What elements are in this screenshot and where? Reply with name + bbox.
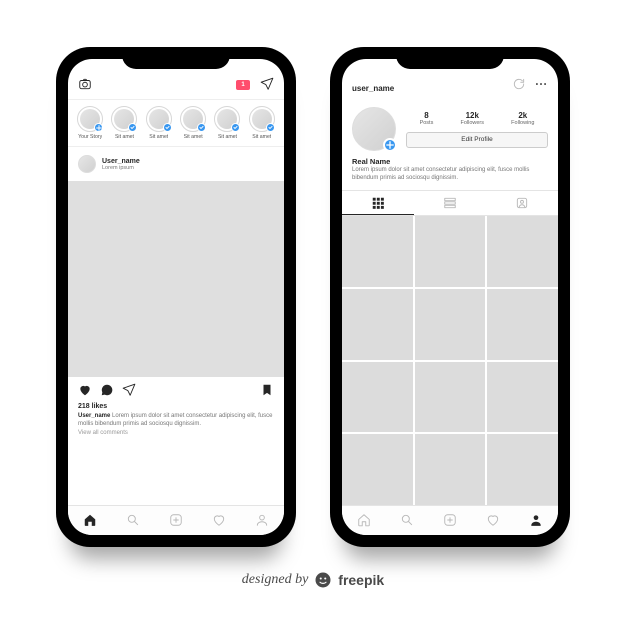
story-label: Sit amet: [218, 134, 237, 140]
stat-followers-count: 12k: [460, 111, 484, 120]
like-icon[interactable]: [78, 383, 92, 399]
grid-cell[interactable]: [342, 216, 413, 287]
story-verified-icon: [128, 123, 137, 132]
caption-username[interactable]: User_name: [78, 413, 110, 419]
post-image[interactable]: [68, 181, 284, 377]
feed-screen: 1 Your Story Sit amet: [68, 59, 284, 535]
profile-tabs: [342, 190, 558, 216]
add-story-icon: [94, 123, 103, 132]
post-caption: User_name Lorem ipsum dolor sit amet con…: [68, 410, 284, 428]
share-icon[interactable]: [122, 383, 136, 399]
profile-grid: [342, 216, 558, 505]
profile-real-name: Real Name: [352, 157, 548, 166]
nav-add-icon[interactable]: [169, 513, 183, 529]
profile-username[interactable]: user_name: [352, 84, 394, 93]
story-label: Sit amet: [149, 134, 168, 140]
menu-icon[interactable]: [534, 77, 548, 93]
grid-cell[interactable]: [487, 289, 558, 360]
profile-bio-text: Lorem ipsum dolor sit amet consectetur a…: [352, 166, 548, 182]
post-author-username[interactable]: User_name: [102, 158, 140, 165]
nav-home-icon[interactable]: [357, 513, 371, 529]
grid-cell[interactable]: [487, 216, 558, 287]
nav-home-icon[interactable]: [83, 513, 97, 529]
refresh-icon[interactable]: [512, 77, 526, 93]
bottom-nav: [342, 505, 558, 535]
phone-profile: user_name 8 Posts: [330, 47, 570, 547]
nav-profile-icon[interactable]: [529, 513, 543, 529]
story-item[interactable]: Sit amet: [145, 106, 173, 140]
nav-activity-icon[interactable]: [212, 513, 226, 529]
stat-following-count: 2k: [511, 111, 534, 120]
grid-cell[interactable]: [342, 434, 413, 505]
phone-feed: 1 Your Story Sit amet: [56, 47, 296, 547]
nav-search-icon[interactable]: [400, 513, 414, 529]
story-item[interactable]: Sit amet: [179, 106, 207, 140]
tab-grid[interactable]: [342, 191, 414, 215]
story-item[interactable]: Sit amet: [248, 106, 276, 140]
story-label: Sit amet: [115, 134, 134, 140]
stories-tray[interactable]: Your Story Sit amet Sit amet: [68, 99, 284, 147]
stat-posts-label: Posts: [420, 120, 434, 126]
bookmark-icon[interactable]: [260, 383, 274, 399]
story-your-story[interactable]: Your Story: [76, 106, 104, 140]
phone-notch: [122, 47, 230, 69]
stat-followers[interactable]: 12k Followers: [460, 111, 484, 126]
post-likes[interactable]: 218 likes: [68, 403, 284, 410]
story-verified-icon: [163, 123, 172, 132]
post-header[interactable]: User_name Lorem ipsum: [68, 147, 284, 181]
stat-posts[interactable]: 8 Posts: [420, 111, 434, 126]
tab-tagged[interactable]: [486, 191, 558, 215]
stat-following[interactable]: 2k Following: [511, 111, 534, 126]
nav-add-icon[interactable]: [443, 513, 457, 529]
profile-screen: user_name 8 Posts: [342, 59, 558, 535]
nav-profile-icon[interactable]: [255, 513, 269, 529]
post-actions: [68, 377, 284, 403]
grid-cell[interactable]: [415, 289, 486, 360]
edit-profile-label: Edit Profile: [461, 136, 492, 143]
direct-message-icon[interactable]: [260, 77, 274, 93]
grid-cell[interactable]: [415, 434, 486, 505]
story-label: Sit amet: [252, 134, 271, 140]
bottom-nav: [68, 505, 284, 535]
attribution-brand: freepik: [338, 572, 384, 588]
story-verified-icon: [266, 123, 275, 132]
phone-notch: [396, 47, 504, 69]
story-item[interactable]: Sit amet: [213, 106, 241, 140]
stat-following-label: Following: [511, 120, 534, 126]
view-all-comments[interactable]: View all comments: [68, 428, 284, 442]
story-verified-icon: [231, 123, 240, 132]
story-verified-icon: [197, 123, 206, 132]
post-location[interactable]: Lorem ipsum: [102, 165, 140, 171]
stat-posts-count: 8: [420, 111, 434, 120]
tab-list[interactable]: [414, 191, 486, 215]
grid-cell[interactable]: [342, 362, 413, 433]
story-label: Sit amet: [184, 134, 203, 140]
story-label: Your Story: [78, 134, 102, 140]
add-story-icon[interactable]: [383, 138, 397, 152]
camera-icon[interactable]: [78, 77, 92, 93]
profile-bio: Real Name Lorem ipsum dolor sit amet con…: [342, 157, 558, 190]
grid-cell[interactable]: [487, 434, 558, 505]
post-author-avatar[interactable]: [78, 155, 96, 173]
story-item[interactable]: Sit amet: [110, 106, 138, 140]
grid-cell[interactable]: [415, 216, 486, 287]
profile-stats-row: 8 Posts 12k Followers 2k Following Edit …: [342, 99, 558, 157]
dm-badge[interactable]: 1: [236, 80, 250, 90]
attribution-prefix: designed by: [242, 572, 308, 588]
grid-cell[interactable]: [415, 362, 486, 433]
stat-followers-label: Followers: [460, 120, 484, 126]
attribution: designed by freepik: [242, 571, 384, 589]
nav-search-icon[interactable]: [126, 513, 140, 529]
profile-stats: 8 Posts 12k Followers 2k Following Edit …: [406, 111, 548, 148]
dm-count: 1: [241, 82, 244, 88]
comment-icon[interactable]: [100, 383, 114, 399]
grid-cell[interactable]: [487, 362, 558, 433]
profile-avatar[interactable]: [352, 107, 396, 151]
edit-profile-button[interactable]: Edit Profile: [406, 132, 548, 148]
grid-cell[interactable]: [342, 289, 413, 360]
freepik-logo-icon: [314, 571, 332, 589]
nav-activity-icon[interactable]: [486, 513, 500, 529]
